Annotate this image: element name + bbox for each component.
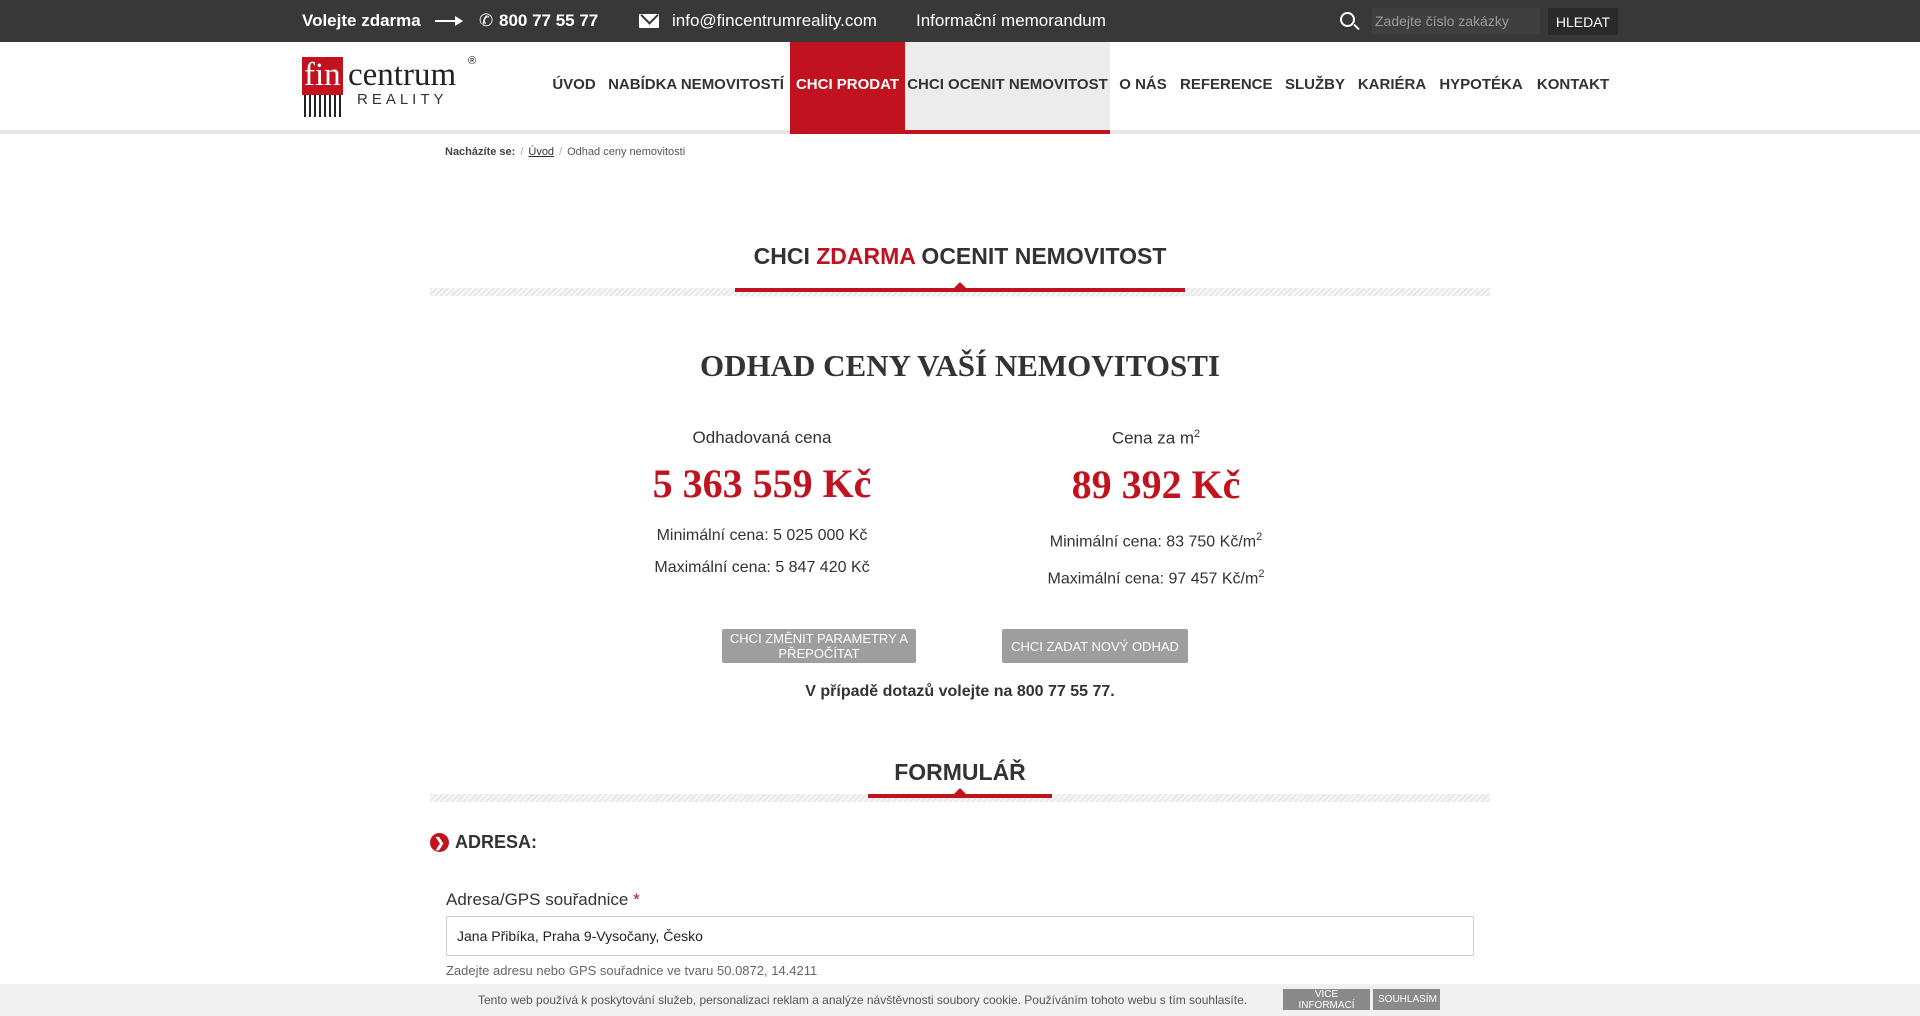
memorandum-link[interactable]: Informační memorandum [916, 0, 1106, 42]
main-header: fin centrum ® REALITY ÚVOD NABÍDKA NEMOV… [0, 42, 1920, 134]
price-per-m2-column: Cena za m2 89 392 Kč Minimální cena: 83 … [996, 428, 1316, 595]
contact-line: V případě dotazů volejte na 800 77 55 77… [805, 683, 1115, 700]
estimated-price-value: 5 363 559 Kč [652, 461, 872, 506]
breadcrumb: Nacházíte se: / Úvod / Odhad ceny nemovitost… [445, 146, 686, 158]
breadcrumb-home-link[interactable]: Úvod [528, 146, 554, 158]
envelope-icon [639, 0, 661, 42]
address-section-label: ADRESA: [455, 832, 538, 852]
estimated-min-price: Minimální cena: 5 025 000 Kč [656, 527, 868, 544]
page-title: CHCI ZDARMA OCENIT NEMOVITOST [430, 243, 1490, 270]
logo-bars-icon [304, 95, 344, 117]
nav-item-kontakt[interactable]: KONTAKT [1533, 42, 1613, 134]
breadcrumb-current: Odhad ceny nemovitosti [567, 146, 686, 158]
required-mark: * [633, 890, 640, 909]
nav-item-kariera[interactable]: KARIÉRA [1355, 42, 1429, 134]
nav-item-sluzby[interactable]: SLUŽBY [1280, 42, 1350, 134]
logo-fin: fin [302, 57, 343, 95]
cookie-accept-button[interactable]: SOUHLASÍM [1373, 989, 1440, 1010]
search-input[interactable] [1372, 8, 1540, 34]
search-icon [1340, 0, 1362, 42]
arrow-right-icon [435, 0, 465, 42]
price-per-m2-label: Cena za m2 [1111, 428, 1201, 448]
search-button[interactable]: HLEDAT [1548, 8, 1618, 35]
price-per-m2-value: 89 392 Kč [1071, 461, 1241, 507]
nav-item-nabidka[interactable]: NABÍDKA NEMOVITOSTÍ [607, 42, 785, 134]
change-parameters-button[interactable]: CHCI ZMĚNIT PARAMETRY A PŘEPOČÍTAT [722, 629, 916, 663]
cookie-text: Tento web používá k poskytování služeb, … [478, 993, 1248, 1007]
nav-item-hypoteka[interactable]: HYPOTÉKA [1437, 42, 1525, 134]
page-title-red: ZDARMA [816, 243, 916, 269]
top-bar: Volejte zdarma ✆ 800 77 55 77 info@fince… [0, 0, 1920, 42]
heading-notch-icon [954, 282, 966, 288]
cookie-bar: Tento web používá k poskytování služeb, … [0, 984, 1920, 1016]
fincentrum-logo[interactable]: fin centrum ® REALITY [302, 55, 482, 123]
nav-item-uvod[interactable]: ÚVOD [543, 42, 605, 134]
logo-centrum: centrum [348, 57, 457, 93]
heading-underline [735, 288, 1185, 292]
form-heading: FORMULÁŘ [894, 759, 1026, 785]
chevron-right-icon: ❯ [430, 833, 449, 852]
address-input[interactable] [446, 916, 1474, 956]
phone-link[interactable]: 800 77 55 77 [499, 0, 598, 42]
estimated-price-label: Odhadovaná cena [692, 428, 832, 447]
address-field-hint: Zadejte adresu nebo GPS souřadnice ve tv… [446, 963, 818, 978]
cookie-more-info-button[interactable]: VÍCE INFORMACÍ [1283, 989, 1370, 1011]
price-per-m2-min: Minimální cena: 83 750 Kč/m2 [1049, 530, 1263, 550]
logo-reality: REALITY [357, 91, 448, 108]
estimated-price-column: Odhadovaná cena 5 363 559 Kč Minimální c… [602, 428, 922, 584]
nav-item-reference[interactable]: REFERENCE [1180, 42, 1273, 134]
call-free-label: Volejte zdarma [302, 11, 421, 30]
nav-item-chci-prodat[interactable]: CHCI PRODAT [790, 42, 905, 134]
nav-item-chci-ocenit[interactable]: CHCI OCENIT NEMOVITOST [905, 42, 1110, 134]
form-heading-block: FORMULÁŘ [430, 754, 1490, 804]
breadcrumb-label: Nacházíte se: [445, 146, 516, 158]
page-title-block: CHCI ZDARMA OCENIT NEMOVITOST [430, 238, 1490, 298]
nav-item-o-nas[interactable]: O NÁS [1112, 42, 1174, 134]
estimated-max-price: Maximální cena: 5 847 420 Kč [654, 559, 870, 576]
new-estimate-button[interactable]: CHCI ZADAT NOVÝ ODHAD [1002, 629, 1188, 663]
page-title-part2: OCENIT NEMOVITOST [915, 243, 1167, 269]
page-title-part1: CHCI [753, 243, 817, 269]
logo-registered: ® [468, 55, 477, 67]
form-heading-underline [868, 794, 1052, 798]
address-field-label: Adresa/GPS souřadnice * [446, 890, 640, 909]
address-section-heading: ❯ ADRESA: [430, 832, 537, 853]
form-heading-notch-icon [954, 788, 966, 794]
email-link[interactable]: info@fincentrumreality.com [672, 0, 877, 42]
price-per-m2-max: Maximální cena: 97 457 Kč/m2 [1047, 567, 1265, 588]
estimate-title: ODHAD CENY VAŠÍ NEMOVITOSTI [700, 348, 1220, 383]
phone-icon: ✆ [479, 11, 494, 30]
